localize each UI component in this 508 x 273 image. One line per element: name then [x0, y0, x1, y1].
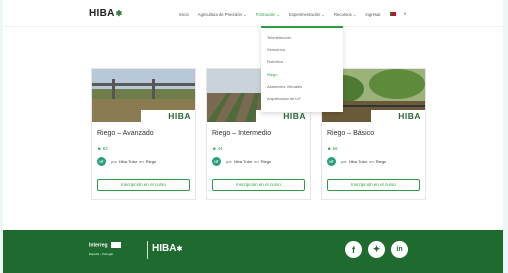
course-author: HT por Hiba Tutor en Riego: [97, 157, 156, 166]
course-author: HT por Hiba Tutor en Riego: [327, 157, 386, 166]
footer-hiba-logo[interactable]: HIBA✱: [152, 243, 182, 254]
course-card: HIBA Riego – Avanzado ☻ 53 HT por Hiba T…: [91, 68, 196, 200]
author-link[interactable]: Hiba Tutor: [119, 159, 137, 164]
facebook-icon[interactable]: f: [345, 241, 362, 258]
formacion-dropdown: Teledetección Sensórica Robótica Riego A…: [261, 26, 343, 112]
avatar: HT: [327, 157, 336, 166]
site-header: HIBA✱ Inicio Agricultura de Precisión ⌄ …: [3, 0, 503, 27]
nav-agricultura[interactable]: Agricultura de Precisión ⌄: [198, 12, 247, 17]
avatar: HT: [212, 157, 221, 166]
dropdown-item-robotica[interactable]: Robótica: [267, 58, 343, 70]
avatar: HT: [97, 157, 106, 166]
hiba-ribbon: HIBA: [141, 110, 195, 122]
student-count: ☻ 53: [97, 146, 108, 151]
leaf-icon: ✱: [115, 9, 123, 18]
course-title[interactable]: Riego – Básico: [327, 130, 374, 137]
course-author: HT por Hiba Tutor en Riego: [212, 157, 271, 166]
enroll-button[interactable]: Inscripción en el curso: [327, 179, 420, 191]
twitter-icon[interactable]: ✦: [368, 241, 385, 258]
interreg-logo[interactable]: Interreg España - Portugal: [89, 242, 121, 256]
course-title[interactable]: Riego – Avanzado: [97, 130, 154, 137]
nav-experimentacion[interactable]: Experimentación ⌄: [289, 12, 325, 17]
category-link[interactable]: Riego: [376, 159, 386, 164]
author-link[interactable]: Hiba Tutor: [234, 159, 252, 164]
course-title[interactable]: Riego – Intermedio: [212, 130, 271, 137]
student-count: ☻ 44: [212, 146, 223, 151]
site-logo[interactable]: HIBA✱: [89, 8, 123, 19]
linkedin-icon[interactable]: in: [391, 241, 408, 258]
eu-flag-icon: [110, 242, 121, 248]
user-icon: ☻: [327, 146, 332, 151]
footer-divider: [147, 241, 148, 259]
dropdown-item-asistentes[interactable]: Asistentes Virtuales: [267, 83, 343, 95]
category-link[interactable]: Riego: [146, 159, 156, 164]
nav-formacion[interactable]: Formación ⌄: [256, 12, 280, 17]
enroll-button[interactable]: Inscripción en el curso: [97, 179, 190, 191]
search-icon[interactable]: ⌕: [404, 11, 407, 17]
page: HIBA✱ Inicio Agricultura de Precisión ⌄ …: [3, 0, 503, 273]
student-count: ☻ 56: [327, 146, 338, 151]
nav-ingresar[interactable]: Ingresar: [365, 12, 380, 17]
user-icon: ☻: [97, 146, 102, 151]
dropdown-item-riego[interactable]: Riego: [267, 71, 343, 83]
site-footer: Interreg España - Portugal HIBA✱ f ✦ in: [3, 230, 503, 273]
main-nav: Inicio Agricultura de Precisión ⌄ Formac…: [179, 9, 407, 19]
nav-inicio[interactable]: Inicio: [179, 12, 189, 17]
enroll-button[interactable]: Inscripción en el curso: [212, 179, 305, 191]
user-icon: ☻: [212, 146, 217, 151]
category-link[interactable]: Riego: [261, 159, 271, 164]
course-thumbnail[interactable]: HIBA: [92, 69, 195, 122]
hiba-ribbon: HIBA: [371, 110, 425, 122]
author-link[interactable]: Hiba Tutor: [349, 159, 367, 164]
leaf-icon: ✱: [176, 246, 183, 253]
language-flag-icon[interactable]: [389, 12, 396, 16]
dropdown-item-teledeteccion[interactable]: Teledetección: [267, 34, 343, 46]
nav-recursos[interactable]: Recursos ⌄: [334, 12, 356, 17]
dropdown-item-sensorica[interactable]: Sensórica: [267, 46, 343, 58]
dropdown-item-iot[interactable]: Arquitectura de IoT: [267, 95, 343, 107]
